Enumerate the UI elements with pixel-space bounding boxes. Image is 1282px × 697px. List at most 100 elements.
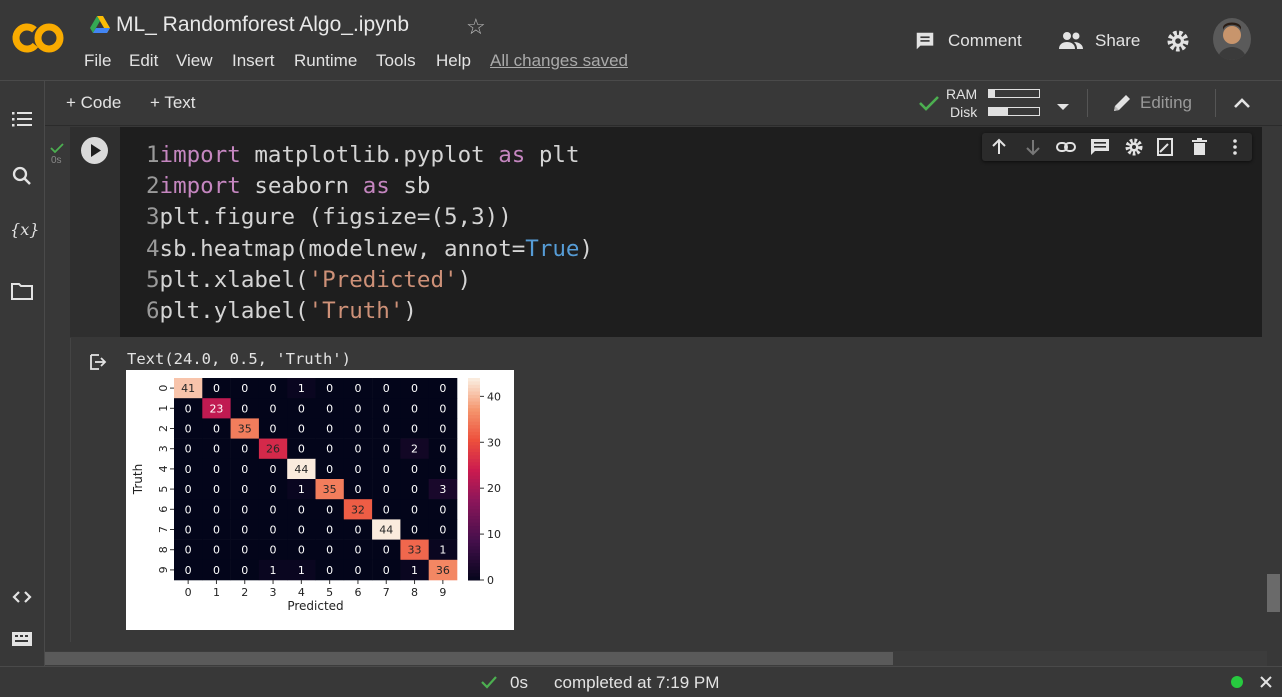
heatmap-annotation: 0 (270, 524, 277, 537)
code-token: as (498, 142, 526, 168)
heatmap-annotation: 44 (294, 463, 308, 476)
resources-dropdown-icon[interactable] (1056, 99, 1070, 117)
heatmap-annotation: 2 (411, 443, 418, 456)
delete-trash-icon (1192, 138, 1207, 155)
people-icon[interactable] (1058, 30, 1084, 57)
colorbar-segment (468, 381, 480, 386)
heatmap-annotation: 0 (241, 524, 248, 537)
share-button[interactable]: Share (1095, 31, 1140, 51)
colorbar-tick-label: 10 (487, 528, 501, 541)
colorbar-segment (468, 516, 480, 520)
notebook-title[interactable]: ML_ Randomforest Algo_.ipynb (116, 13, 409, 37)
run-cell-button[interactable] (81, 137, 108, 164)
colorbar-segment (468, 546, 480, 551)
x-tick-label: 3 (270, 586, 277, 599)
heatmap-annotation: 0 (439, 423, 446, 436)
menu-insert[interactable]: Insert (232, 51, 275, 71)
collapse-chevron-up-icon[interactable] (1233, 96, 1251, 115)
heatmap-annotation: 0 (213, 544, 220, 557)
code-editor[interactable]: 1import matplotlib.pyplot as plt 2import … (146, 140, 593, 327)
code-snippets-icon[interactable] (10, 585, 34, 609)
horizontal-scrollbar-thumb[interactable] (45, 652, 893, 665)
heatmap-annotation: 0 (241, 463, 248, 476)
code-token: ) (579, 235, 594, 262)
pencil-icon[interactable] (1111, 92, 1133, 119)
heatmap-annotation: 35 (323, 483, 337, 496)
editing-mode-button[interactable]: Editing (1140, 93, 1192, 113)
menu-view[interactable]: View (176, 51, 213, 71)
line-number: 1 (146, 142, 160, 168)
heatmap-annotation: 0 (185, 463, 192, 476)
menu-file[interactable]: File (84, 51, 111, 71)
table-of-contents-icon[interactable] (10, 107, 34, 131)
code-token: plt.xlabel( (159, 266, 309, 293)
disk-usage-bar[interactable] (988, 107, 1040, 116)
heatmap-annotation: 0 (383, 503, 390, 516)
code-token: as (362, 173, 390, 200)
comment-button[interactable]: Comment (948, 31, 1022, 51)
heatmap-annotation: 0 (241, 483, 248, 496)
variables-icon[interactable]: {x} (10, 220, 39, 244)
settings-gear-icon[interactable] (1166, 29, 1190, 58)
menu-tools[interactable]: Tools (376, 51, 416, 71)
heatmap-annotation: 0 (326, 423, 333, 436)
code-line: 2import seaborn as sb (146, 171, 593, 202)
add-text-button[interactable]: + Text (150, 93, 196, 113)
heatmap-annotation: 0 (411, 423, 418, 436)
colorbar-segment (468, 512, 480, 517)
heatmap-annotation: 0 (439, 402, 446, 415)
comment-icon[interactable] (914, 30, 936, 57)
star-icon[interactable]: ☆ (466, 14, 486, 40)
colorbar-segment (468, 404, 480, 409)
save-status-link[interactable]: All changes saved (490, 51, 628, 71)
folder-icon[interactable] (10, 279, 34, 303)
colorbar-segment (468, 482, 480, 487)
vertical-scrollbar-thumb[interactable] (1267, 574, 1280, 612)
menu-runtime[interactable]: Runtime (294, 51, 357, 71)
colorbar-segment (468, 495, 480, 500)
heatmap-annotation: 0 (439, 503, 446, 516)
line-number: 4 (146, 235, 160, 262)
heatmap-annotation: 0 (241, 382, 248, 395)
add-code-button[interactable]: + Code (66, 93, 121, 113)
heatmap-annotation: 0 (354, 402, 361, 415)
disk-label: Disk (950, 104, 978, 120)
colab-logo[interactable] (12, 18, 66, 63)
code-token: seaborn (240, 173, 363, 200)
heatmap-annotation: 0 (298, 443, 305, 456)
heatmap-annotation: 23 (209, 402, 223, 415)
heatmap-annotation: 0 (185, 503, 192, 516)
heatmap-annotation: 1 (298, 483, 305, 496)
colorbar-segment (468, 499, 480, 504)
code-line: 6plt.ylabel('Truth') (146, 296, 593, 327)
colorbar-segment (468, 522, 480, 527)
terminal-icon[interactable] (10, 627, 34, 651)
colorbar-segment (468, 421, 480, 426)
heatmap-annotation: 26 (266, 443, 280, 456)
search-icon[interactable] (10, 164, 34, 188)
code-token: 'Predicted' (308, 266, 458, 293)
heatmap-annotation: 0 (241, 503, 248, 516)
colorbar-segment (468, 573, 480, 578)
heatmap-figure: 41 0 0 0 1 0 0 0 0 0 0 23 0 0 0 0 0 0 0 0 0 0 35 0 0 0 0 0 0 0 0 0 0 26 0 0… (126, 370, 514, 630)
colorbar-segment (468, 452, 480, 456)
colorbar-segment (468, 505, 480, 510)
menu-help[interactable]: Help (436, 51, 471, 71)
heatmap-annotation: 1 (298, 382, 305, 395)
mirror-cell-icon (1157, 138, 1173, 156)
y-tick-label: 2 (157, 425, 170, 432)
heatmap-annotation: 0 (298, 503, 305, 516)
close-status-icon[interactable] (1259, 675, 1273, 694)
y-tick-label: 3 (157, 445, 170, 452)
colorbar-segment (468, 455, 480, 460)
colorbar-segment (468, 556, 480, 561)
menu-edit[interactable]: Edit (129, 51, 158, 71)
heatmap-annotation: 1 (298, 564, 305, 577)
code-token: True (525, 235, 580, 262)
heatmap-annotation: 0 (241, 564, 248, 577)
output-redirect-icon[interactable] (88, 352, 108, 377)
y-tick-label: 4 (157, 465, 170, 472)
user-avatar[interactable] (1213, 18, 1251, 60)
notebook-toolbar (45, 81, 1282, 126)
ram-usage-bar[interactable] (988, 89, 1040, 98)
